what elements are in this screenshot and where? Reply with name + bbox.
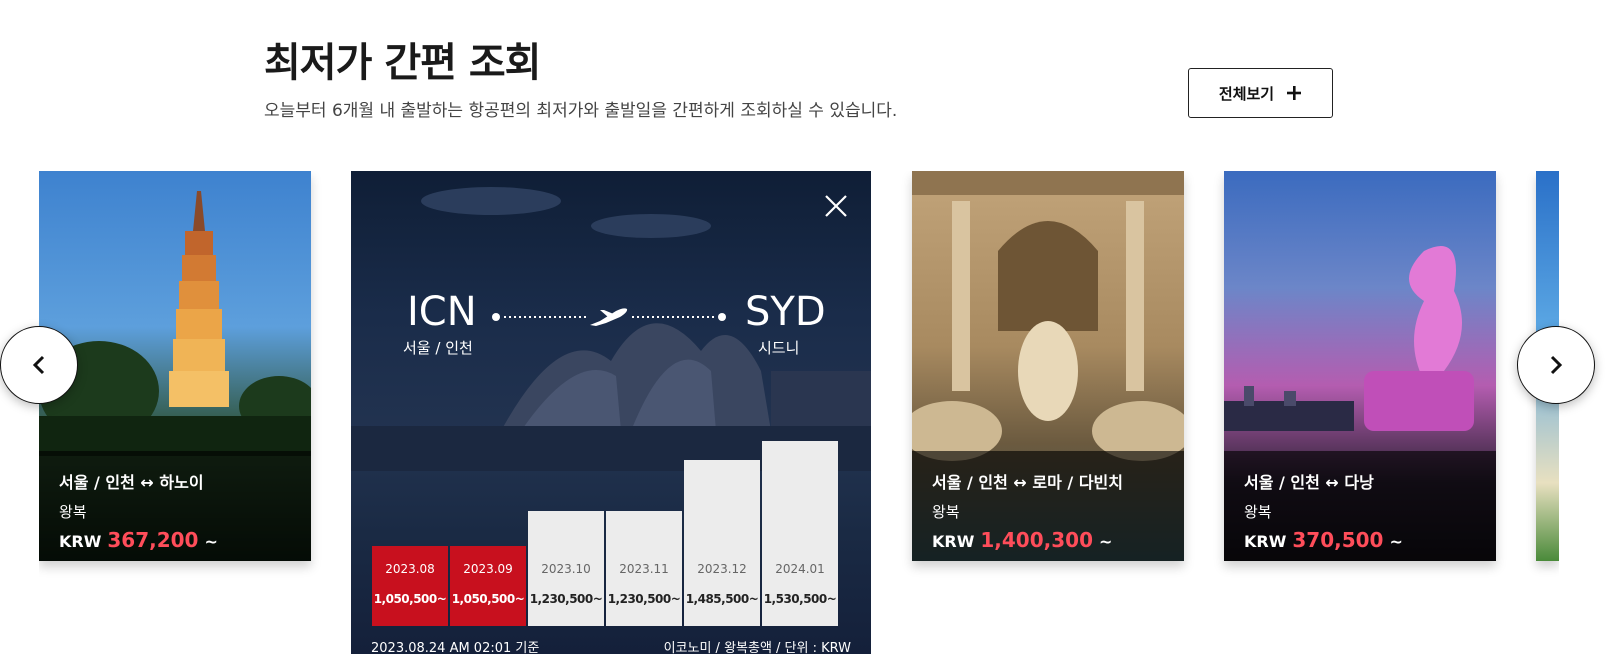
currency: KRW: [1244, 532, 1287, 551]
price-suffix: ~: [1098, 532, 1113, 551]
carousel-prev-button[interactable]: [0, 326, 78, 404]
card-info: 서울 / 인천 ↔ 로마 / 다빈치 왕복 KRW 1,400,300 ~: [912, 451, 1184, 561]
carousel-next-button[interactable]: [1517, 326, 1595, 404]
price-amount: 1,400,300: [980, 528, 1093, 552]
monthly-fare-bars: 2023.08 1,050,500~ 2023.09 1,050,500~ 2023.1…: [372, 441, 848, 626]
price-amount: 370,500: [1292, 528, 1384, 552]
fare-bar-month: 2023.12: [697, 562, 747, 576]
card-trip-type: 왕복: [59, 503, 87, 521]
fare-bar[interactable]: 2023.10 1,230,500~: [528, 511, 604, 626]
section-subtitle: 오늘부터 6개월 내 출발하는 항공편의 최저가와 출발일을 간편하게 조회하실…: [264, 101, 898, 121]
chevron-right-icon: [1550, 355, 1563, 375]
card-info: 서울 / 인천 ↔ 다낭 왕복 KRW 370,500 ~: [1224, 451, 1496, 561]
destination-card-rome[interactable]: 서울 / 인천 ↔ 로마 / 다빈치 왕복 KRW 1,400,300 ~: [912, 171, 1184, 561]
fare-bar[interactable]: 2023.08 1,050,500~: [372, 546, 448, 626]
fare-bar-price: 1,050,500~: [373, 592, 447, 606]
price-suffix: ~: [204, 532, 218, 551]
plus-icon: [1287, 86, 1302, 100]
fare-bar[interactable]: 2023.09 1,050,500~: [450, 546, 526, 626]
fare-bar-month: 2024.01: [775, 562, 825, 576]
route-line: [492, 308, 726, 326]
fare-bar-price: 1,530,500~: [763, 592, 837, 606]
fare-bar-price: 1,230,500~: [607, 592, 681, 606]
airplane-icon: [590, 308, 628, 326]
currency: KRW: [932, 532, 975, 551]
card-info: 서울 / 인천 ↔ 하노이 왕복 KRW 367,200 ~: [39, 451, 311, 561]
fare-bar-month: 2023.09: [463, 562, 513, 576]
card-price: KRW 367,200 ~: [59, 528, 291, 552]
view-all-button[interactable]: 전체보기: [1188, 68, 1333, 118]
fare-bar-month: 2023.11: [619, 562, 669, 576]
close-icon[interactable]: [821, 191, 851, 221]
fare-bar-price: 1,230,500~: [529, 592, 603, 606]
card-route: 서울 / 인천 ↔ 하노이: [59, 473, 204, 492]
currency: KRW: [59, 532, 102, 551]
card-route: 서울 / 인천 ↔ 다낭: [1244, 473, 1374, 492]
fare-bar-month: 2023.08: [385, 562, 435, 576]
price-amount: 367,200: [107, 528, 199, 552]
destination-city: 시드니: [758, 339, 800, 357]
destination-code: SYD: [745, 289, 826, 335]
expanded-fare-card: ICN 서울 / 인천 SYD 시드니 2023.08 1,050,500~ 202…: [351, 171, 871, 654]
chevron-left-icon: [32, 355, 45, 375]
view-all-label: 전체보기: [1218, 84, 1275, 103]
destination-carousel: 서울 / 인천 ↔ 하노이 왕복 KRW 367,200 ~ ICN 서울 / …: [39, 171, 1559, 654]
destination-card-danang[interactable]: 서울 / 인천 ↔ 다낭 왕복 KRW 370,500 ~: [1224, 171, 1496, 561]
fare-bar[interactable]: 2023.12 1,485,500~: [684, 460, 760, 626]
destination-card-hanoi[interactable]: 서울 / 인천 ↔ 하노이 왕복 KRW 367,200 ~: [39, 171, 311, 561]
fare-bar[interactable]: 2023.11 1,230,500~: [606, 511, 682, 626]
card-trip-type: 왕복: [932, 503, 960, 521]
origin-city: 서울 / 인천: [403, 339, 473, 357]
section-title: 최저가 간편 조회: [264, 40, 541, 86]
price-suffix: ~: [1389, 532, 1403, 551]
card-price: KRW 1,400,300 ~: [932, 528, 1164, 552]
fare-bar-price: 1,050,500~: [451, 592, 525, 606]
fare-timestamp: 2023.08.24 AM 02:01 기준: [371, 641, 540, 654]
card-price: KRW 370,500 ~: [1244, 528, 1476, 552]
fare-bar[interactable]: 2024.01 1,530,500~: [762, 441, 838, 626]
card-route: 서울 / 인천 ↔ 로마 / 다빈치: [932, 473, 1123, 492]
origin-code: ICN: [407, 289, 477, 335]
lowest-fare-section: 최저가 간편 조회 오늘부터 6개월 내 출발하는 항공편의 최저가와 출발일을…: [0, 0, 1620, 654]
fare-bar-price: 1,485,500~: [685, 592, 759, 606]
card-trip-type: 왕복: [1244, 503, 1272, 521]
fare-unit-note: 이코노미 / 왕복총액 / 단위 : KRW: [663, 641, 851, 654]
fare-bar-month: 2023.10: [541, 562, 591, 576]
